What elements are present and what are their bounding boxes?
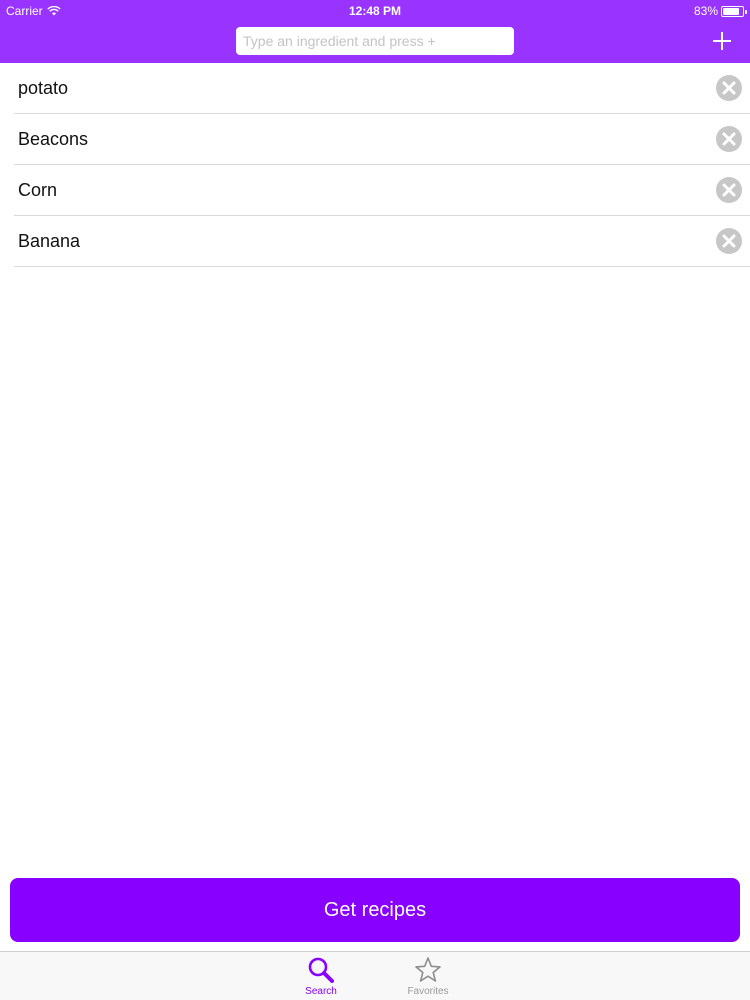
close-circle-icon[interactable] (715, 125, 743, 153)
ingredient-input[interactable] (236, 27, 514, 55)
list-item: Beacons (14, 114, 750, 165)
list-item: Corn (14, 165, 750, 216)
tab-label: Favorites (407, 986, 449, 997)
close-circle-icon[interactable] (715, 227, 743, 255)
search-icon (308, 957, 334, 983)
status-time: 12:48 PM (348, 4, 402, 18)
tab-bar: Search Favorites (0, 951, 750, 1000)
tab-search[interactable]: Search (281, 956, 361, 1000)
close-circle-icon[interactable] (715, 176, 743, 204)
star-icon (415, 957, 441, 982)
ingredient-list: potato Beacons Corn Banana (0, 63, 750, 267)
tab-favorites[interactable]: Favorites (388, 956, 468, 1000)
navigation-bar: Carrier 12:48 PM 83% (0, 0, 750, 63)
tab-label: Search (305, 986, 337, 997)
list-item: potato (14, 63, 750, 114)
battery-icon (721, 5, 747, 17)
ingredient-label: Corn (18, 180, 58, 200)
status-bar: Carrier 12:48 PM 83% (0, 0, 750, 22)
battery-level (723, 7, 739, 15)
ingredient-label: Beacons (18, 129, 89, 149)
ingredient-label: Banana (18, 231, 81, 251)
list-item: Banana (14, 216, 750, 267)
add-button[interactable] (708, 27, 736, 55)
ingredient-label: potato (18, 78, 69, 98)
battery-info: 83% (693, 4, 747, 18)
battery-percent: 83% (693, 4, 718, 18)
get-recipes-button[interactable]: Get recipes (10, 878, 740, 942)
plus-icon (713, 32, 731, 50)
close-circle-icon[interactable] (715, 74, 743, 102)
